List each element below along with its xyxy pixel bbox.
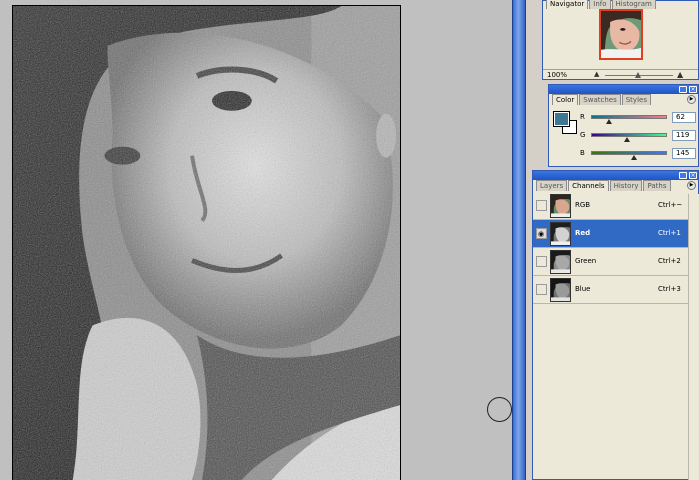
channel-thumbnail <box>550 222 571 246</box>
tab-history[interactable]: History <box>609 180 643 191</box>
channel-row-red[interactable]: ◉ Red Ctrl+1 <box>533 220 698 248</box>
visibility-toggle[interactable] <box>536 200 547 211</box>
zoom-bar: 100% ▲ ▲ <box>543 69 698 80</box>
channel-row-rgb[interactable]: RGB Ctrl+~ <box>533 192 698 220</box>
channel-thumbnail-image <box>551 223 570 245</box>
red-slider-handle[interactable] <box>606 119 613 124</box>
minimize-icon[interactable]: _ <box>679 172 687 179</box>
zoom-out-icon[interactable]: ▲ <box>594 70 599 78</box>
tab-color[interactable]: Color <box>552 94 579 105</box>
navigator-preview-thumbnail[interactable] <box>599 9 643 60</box>
channel-shortcut: Ctrl+2 <box>658 257 681 265</box>
blue-value-field[interactable]: 145 <box>672 148 696 159</box>
channel-row-blue[interactable]: Blue Ctrl+3 <box>533 276 698 304</box>
close-icon[interactable]: × <box>689 86 697 93</box>
channel-list: RGB Ctrl+~ ◉ Red Ctrl+1 Green Ctrl+2 Blu… <box>533 192 698 479</box>
blue-slider-row: B 145 <box>580 148 698 160</box>
channel-name: Red <box>575 229 591 237</box>
channel-thumbnail-image <box>551 195 570 217</box>
channel-thumbnail-image <box>551 251 570 273</box>
document-canvas[interactable] <box>12 5 401 480</box>
channel-shortcut: Ctrl+1 <box>658 229 681 237</box>
tab-layers[interactable]: Layers <box>536 180 568 191</box>
eye-icon: ◉ <box>538 230 545 238</box>
navigator-palette: Navigator Info Histogram 100% ▲ ▲ <box>542 0 699 80</box>
tab-histogram[interactable]: Histogram <box>611 0 656 9</box>
palette-menu-icon[interactable]: ▶ <box>687 95 696 104</box>
grayscale-photo <box>13 6 400 480</box>
blue-slider-handle[interactable] <box>631 155 638 160</box>
red-slider-row: R 62 <box>580 112 698 124</box>
minimize-icon[interactable]: _ <box>679 86 687 93</box>
green-slider-handle[interactable] <box>623 137 630 142</box>
close-icon[interactable]: × <box>689 172 697 179</box>
red-value-field[interactable]: 62 <box>672 112 696 123</box>
zoom-in-icon[interactable]: ▲ <box>677 70 683 79</box>
channels-palette: _ × Layers Channels History Paths ▶ RGB … <box>532 170 699 480</box>
green-value-field[interactable]: 119 <box>672 130 696 141</box>
channel-thumbnail <box>550 278 571 302</box>
palette-scrollbar[interactable] <box>688 194 699 480</box>
visibility-toggle[interactable] <box>536 284 547 295</box>
tab-swatches[interactable]: Swatches <box>579 94 621 105</box>
tab-navigator[interactable]: Navigator <box>546 0 589 9</box>
channel-thumbnail-image <box>551 279 570 301</box>
brush-cursor-circle <box>487 397 512 422</box>
channel-name: Blue <box>575 285 591 293</box>
green-slider-row: G 119 <box>580 130 698 142</box>
zoom-slider-handle[interactable] <box>635 72 641 78</box>
red-slider-label: R <box>580 113 585 121</box>
palette-menu-icon[interactable]: ▶ <box>687 181 696 190</box>
channel-thumbnail <box>550 250 571 274</box>
dock-scroll-bar[interactable] <box>512 0 526 480</box>
tab-styles[interactable]: Styles <box>621 94 651 105</box>
tab-paths[interactable]: Paths <box>643 180 671 191</box>
color-palette-titlebar[interactable]: _ × <box>549 85 698 94</box>
channel-name: Green <box>575 257 597 265</box>
color-palette: _ × Color Swatches Styles ▶ R 62 G 119 B… <box>548 84 699 167</box>
blue-slider-label: B <box>580 149 585 157</box>
green-slider-label: G <box>580 131 586 139</box>
tab-channels[interactable]: Channels <box>568 180 609 191</box>
navigator-preview-image <box>601 11 641 58</box>
red-slider-track[interactable] <box>591 115 667 119</box>
visibility-toggle[interactable] <box>536 256 547 267</box>
channel-shortcut: Ctrl+3 <box>658 285 681 293</box>
foreground-color-swatch[interactable] <box>553 111 570 127</box>
channel-row-green[interactable]: Green Ctrl+2 <box>533 248 698 276</box>
workspace <box>0 0 512 480</box>
channel-thumbnail <box>550 194 571 218</box>
visibility-toggle[interactable]: ◉ <box>536 228 547 239</box>
zoom-level-field[interactable]: 100% <box>547 71 567 79</box>
channel-shortcut: Ctrl+~ <box>658 201 683 209</box>
blue-slider-track[interactable] <box>591 151 667 155</box>
tab-info[interactable]: Info <box>589 0 611 9</box>
channel-name: RGB <box>575 201 591 209</box>
channels-palette-titlebar[interactable]: _ × <box>533 171 698 180</box>
